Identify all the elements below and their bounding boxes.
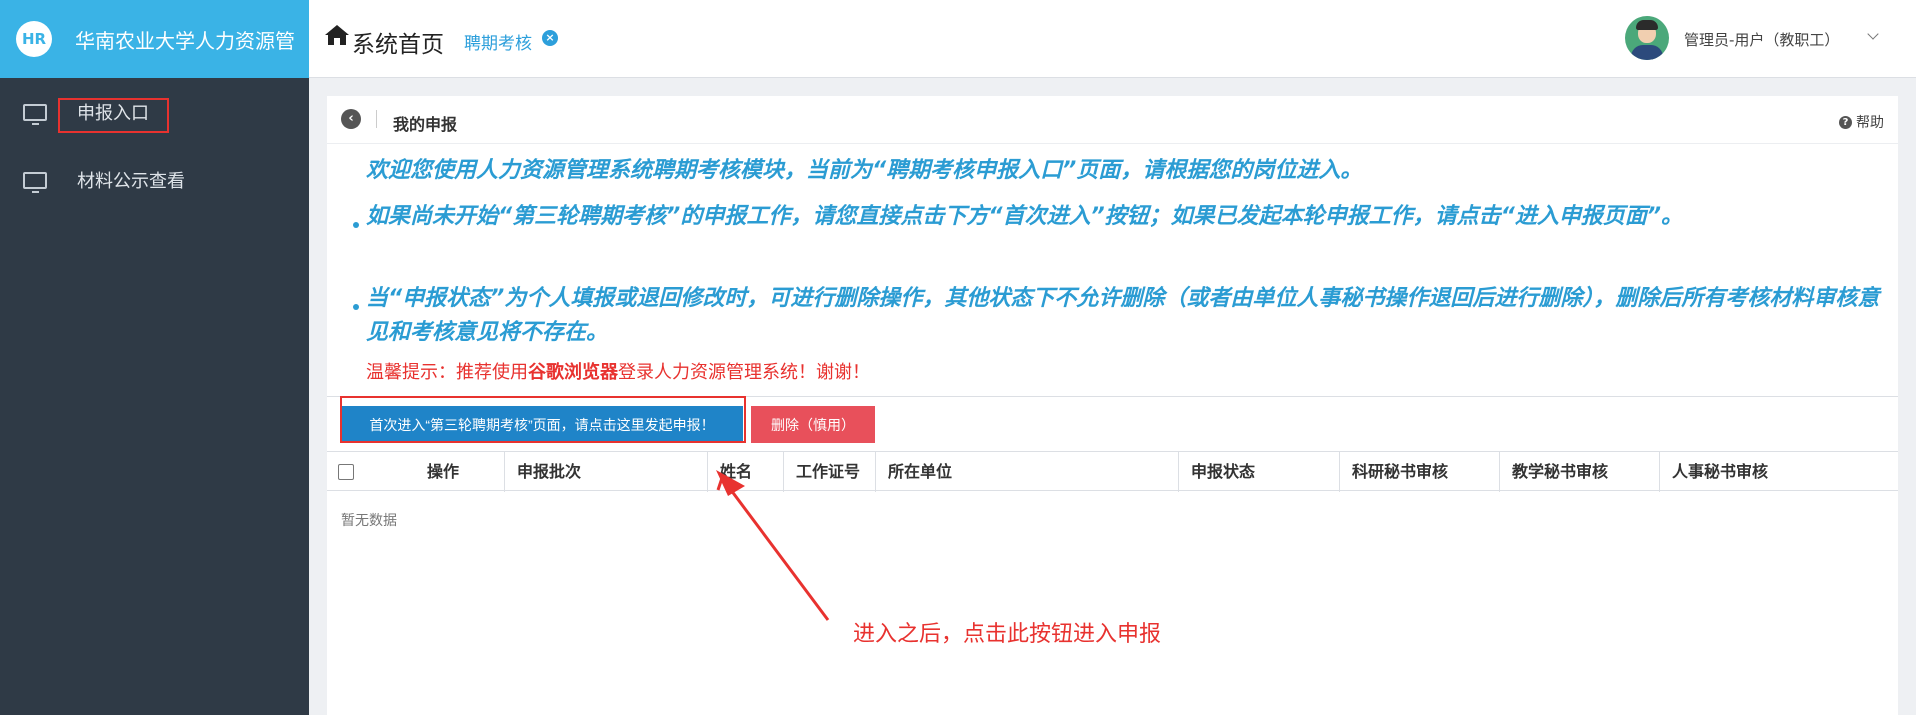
question-icon: ?: [1839, 115, 1852, 129]
avatar[interactable]: [1625, 16, 1669, 60]
bullet-icon: [353, 304, 359, 310]
sidebar-item-label: 材料公示查看: [77, 171, 185, 192]
chevron-down-icon[interactable]: [1867, 28, 1879, 40]
col-research-review: 科研秘书审核: [1339, 452, 1499, 492]
col-teaching-review: 教学秘书审核: [1499, 452, 1659, 492]
col-unit: 所在单位: [875, 452, 1178, 492]
delete-button[interactable]: 删除（慎用）: [751, 406, 875, 443]
col-status: 申报状态: [1178, 452, 1339, 492]
breadcrumb-title: 我的申报: [393, 115, 458, 134]
notice-delete: 当“申报状态”为个人填报或退回修改时，可进行删除操作，其他状态下不允许删除（或者…: [366, 286, 1880, 345]
select-all-checkbox[interactable]: [338, 464, 354, 480]
breadcrumb: ‹ 我的申报 ? 帮助: [327, 96, 1898, 144]
highlight-box-sidebar: [58, 98, 169, 133]
highlight-box-button: [340, 396, 746, 443]
user-menu[interactable]: 管理员-用户（教职工）: [1684, 29, 1839, 50]
brand-bar: HR 华南农业大学人力资源管: [0, 0, 309, 78]
tab-appraisal[interactable]: 聘期考核: [464, 29, 532, 54]
notice-first: 如果尚未开始“第三轮聘期考核”的申报工作，请您直接点击下方“首次进入”按钮；如果…: [366, 204, 1684, 229]
sidebar: HR 华南农业大学人力资源管 申报入口 材料公示查看: [0, 0, 309, 715]
monitor-icon: [23, 171, 47, 193]
help-link[interactable]: ? 帮助: [1839, 112, 1884, 132]
notice-intro: 欢迎您使用人力资源管理系统聘期考核模块，当前为“聘期考核申报入口”页面，请根据您…: [366, 158, 1363, 183]
col-name: 姓名: [707, 452, 783, 492]
col-hr-review: 人事秘书审核: [1659, 452, 1898, 492]
page-title[interactable]: 系统首页: [352, 25, 444, 59]
monitor-icon: [23, 103, 47, 125]
home-icon[interactable]: [324, 24, 350, 46]
col-batch: 申报批次: [504, 452, 707, 492]
annotation-text: 进入之后，点击此按钮进入申报: [853, 622, 1162, 647]
bullet-icon: [353, 222, 359, 228]
col-action: 操作: [427, 462, 460, 481]
hr-logo-icon: HR: [16, 21, 52, 57]
back-icon[interactable]: ‹: [341, 109, 361, 129]
table-header: 操作 申报批次 姓名 工作证号 所在单位 申报状态 科研秘书审核 教学秘书审核 …: [327, 451, 1898, 492]
help-label: 帮助: [1856, 115, 1884, 131]
sidebar-item-material-publicity[interactable]: 材料公示查看: [0, 158, 309, 202]
browser-tip: 温馨提示：推荐使用谷歌浏览器登录人力资源管理系统！谢谢！: [366, 362, 870, 383]
close-icon[interactable]: ×: [542, 30, 558, 46]
app-title: 华南农业大学人力资源管: [75, 28, 295, 53]
col-work-id: 工作证号: [783, 452, 875, 492]
empty-state: 暂无数据: [341, 513, 397, 529]
header: 系统首页 聘期考核 × 管理员-用户（教职工）: [309, 0, 1916, 78]
